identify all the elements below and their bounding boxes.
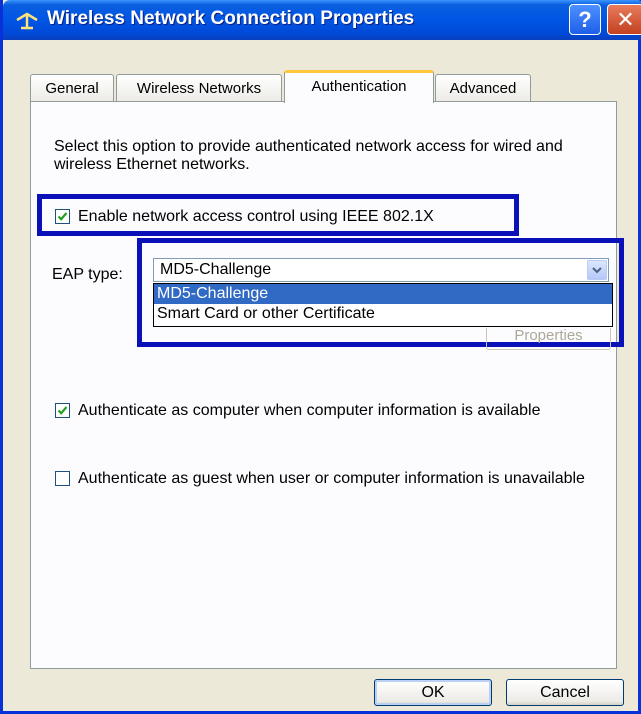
ok-button[interactable]: OK [374,679,492,706]
cancel-button[interactable]: Cancel [506,679,624,706]
authentication-panel: Select this option to provide authentica… [30,101,624,669]
auth-description: Select this option to provide authentica… [54,138,563,173]
eap-option-smart-card[interactable]: Smart Card or other Certificate [154,304,612,324]
checkmark-icon [57,212,68,221]
tab-general[interactable]: General [30,74,114,102]
properties-dialog: Wireless Network Connection Properties ?… [0,0,641,714]
auth-guest-label: Authenticate as guest when user or compu… [78,470,585,487]
auth-computer-checkbox[interactable] [55,403,70,418]
auth-computer-row[interactable]: Authenticate as computer when computer i… [55,401,615,420]
eap-type-dropdown-list: MD5-Challenge Smart Card or other Certif… [153,283,613,327]
eap-option-md5[interactable]: MD5-Challenge [154,284,612,304]
title-bar[interactable]: Wireless Network Connection Properties ?… [3,0,641,40]
eap-type-select[interactable]: MD5-Challenge [153,258,609,282]
chevron-down-icon [592,267,602,274]
auth-computer-label: Authenticate as computer when computer i… [78,402,541,419]
enable-8021x-row[interactable]: Enable network access control using IEEE… [55,207,434,226]
tab-advanced[interactable]: Advanced [435,74,531,102]
close-button[interactable]: ✕ [607,4,641,35]
help-button[interactable]: ? [569,4,601,35]
enable-8021x-label: Enable network access control using IEEE… [78,208,434,225]
eap-type-value: MD5-Challenge [160,261,272,278]
network-connection-icon [16,12,38,30]
checkmark-icon [57,406,68,415]
dropdown-button[interactable] [587,260,607,280]
auth-guest-row[interactable]: Authenticate as guest when user or compu… [55,469,595,488]
eap-type-label: EAP type: [52,266,123,283]
auth-guest-checkbox[interactable] [55,471,70,486]
enable-8021x-checkbox[interactable] [55,209,70,224]
properties-button[interactable]: Properties [486,328,611,350]
tab-wireless-networks[interactable]: Wireless Networks [116,74,282,102]
tab-authentication[interactable]: Authentication [284,70,434,103]
window-title: Wireless Network Connection Properties [47,8,415,29]
